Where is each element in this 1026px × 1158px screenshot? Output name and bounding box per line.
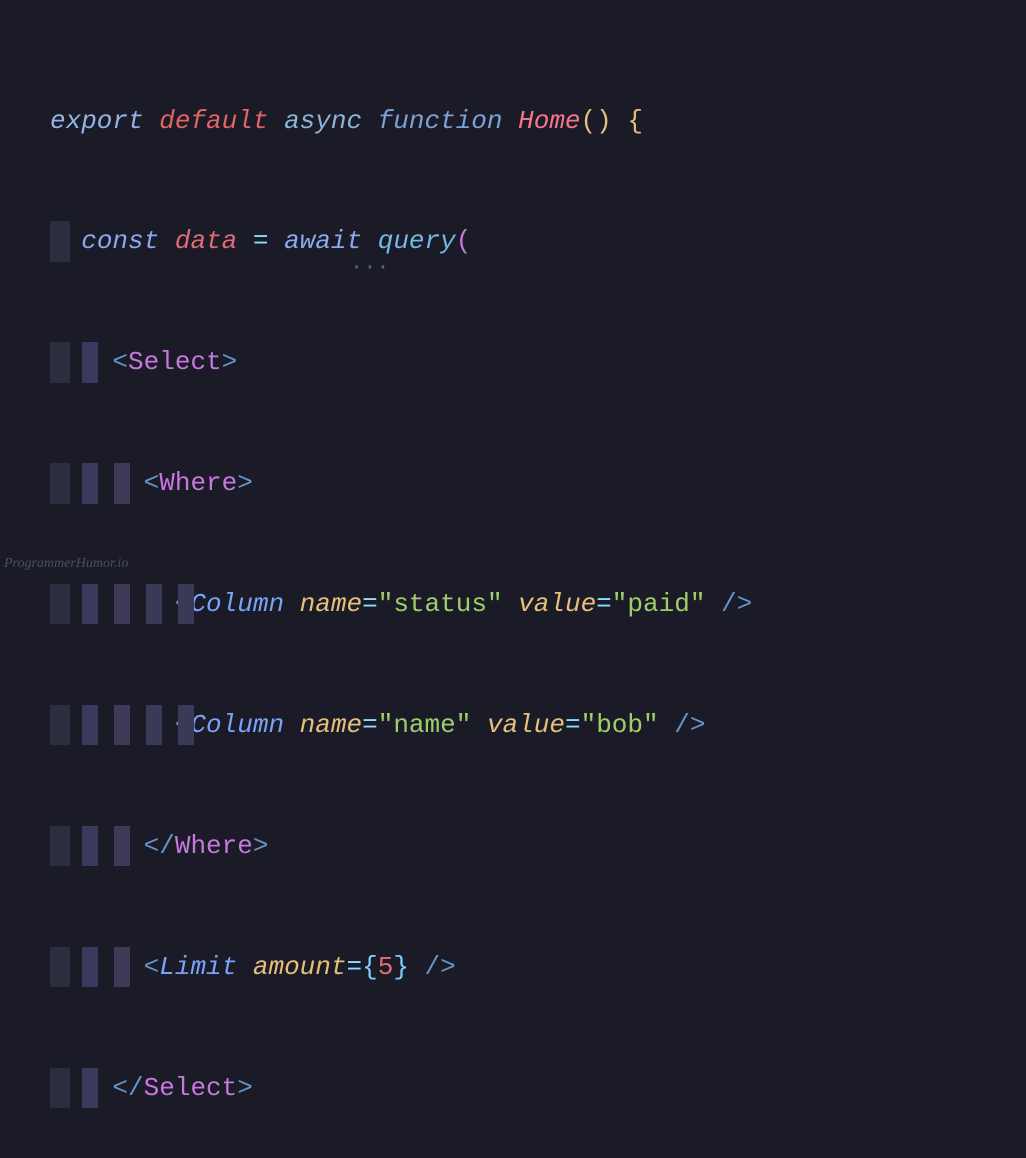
jsx-number: 5 [378,952,394,982]
jsx-tag-column: Column [190,589,284,619]
jsx-attr-name: name [300,710,362,740]
keyword-export: export [50,106,144,136]
operator-equals: = [253,226,269,256]
code-line-4: <Where> [50,463,1026,503]
keyword-function: function [378,106,503,136]
code-line-6: <Column name="name" value="bob" /> [50,705,1026,745]
code-line-3: <Select> [50,342,1026,382]
keyword-const: const [81,226,159,256]
brace-open: { [627,106,643,136]
jsx-attr-value-key: value [518,589,596,619]
jsx-attr-value-val: bob [596,710,643,740]
jsx-tag-column: Column [190,710,284,740]
code-line-9: </Select> [50,1068,1026,1108]
jsx-attr-name: name [300,589,362,619]
code-line-5: <Column name="status" value="paid" /> [50,584,1026,624]
code-line-1: export default async function Home() { [50,101,1026,141]
paren-open: ( [456,226,472,256]
jsx-tag-where-open: Where [159,468,237,498]
jsx-attr-value: status [393,589,487,619]
code-line-7: </Where> [50,826,1026,866]
jsx-tag-select-open: Select [128,347,222,377]
jsx-attr-amount: amount [253,952,347,982]
jsx-tag-limit: Limit [159,952,237,982]
jsx-attr-value-key: value [487,710,565,740]
watermark: ProgrammerHumor.io [4,553,128,575]
ellipsis-icon: ··· [350,251,390,285]
keyword-async: async [284,106,362,136]
code-block: export default async function Home() { c… [50,20,1026,1158]
code-line-8: <Limit amount={5} /> [50,947,1026,987]
variable-data: data [175,226,237,256]
keyword-default: default [159,106,268,136]
parens: () [581,106,612,136]
jsx-attr-value-val: paid [627,589,689,619]
function-name: Home [518,106,580,136]
jsx-tag-where-close: Where [175,831,253,861]
jsx-attr-value: name [393,710,455,740]
code-line-2: const data = await query(··· [50,221,1026,261]
jsx-tag-select-close: Select [144,1073,238,1103]
